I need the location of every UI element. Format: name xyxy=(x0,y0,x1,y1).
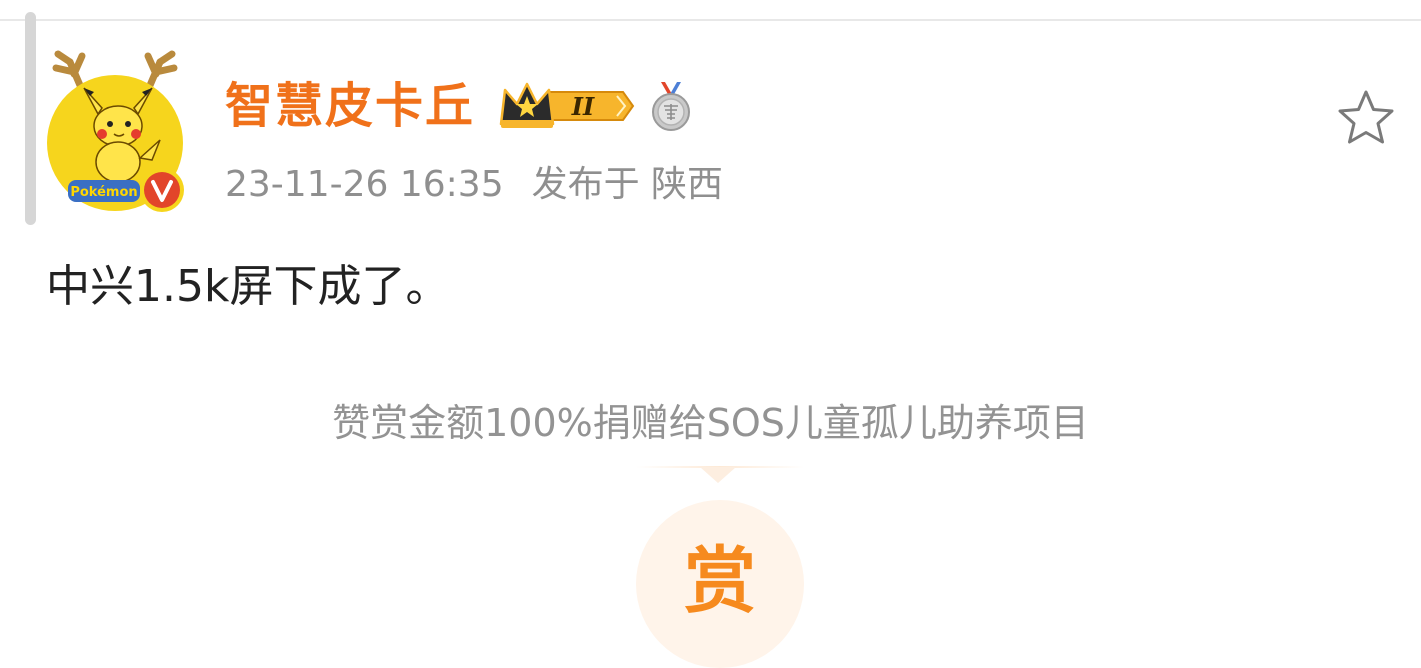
reward-bubble-arrow xyxy=(700,467,736,483)
post-location: 发布于 陕西 xyxy=(531,164,724,205)
level-badge-text: II xyxy=(571,92,595,121)
username[interactable]: 智慧皮卡丘 xyxy=(225,76,475,136)
top-divider xyxy=(0,19,1421,21)
post-timestamp: 23-11-26 16:35 xyxy=(225,164,504,205)
medal-icon[interactable] xyxy=(647,80,695,132)
avatar[interactable]: Pokémon xyxy=(40,48,190,218)
crown-level-badge[interactable]: II xyxy=(497,80,637,132)
post-meta: 23-11-26 16:35 发布于 陕西 xyxy=(225,162,723,208)
pokemon-logo-text: Pokémon xyxy=(70,185,137,200)
star-outline-icon[interactable] xyxy=(1334,88,1398,148)
crown-icon: II xyxy=(499,82,635,128)
reward-button-label: 赏 xyxy=(683,539,756,623)
avatar-image: Pokémon xyxy=(47,50,184,212)
post-text: 中兴1.5k屏下成了。 xyxy=(46,261,450,312)
thread-indicator-bar xyxy=(25,12,36,225)
reward-note: 赞赏金额100%捐赠给SOS儿童孤儿助养项目 xyxy=(332,401,1089,445)
reward-button[interactable]: 赏 xyxy=(636,500,804,668)
